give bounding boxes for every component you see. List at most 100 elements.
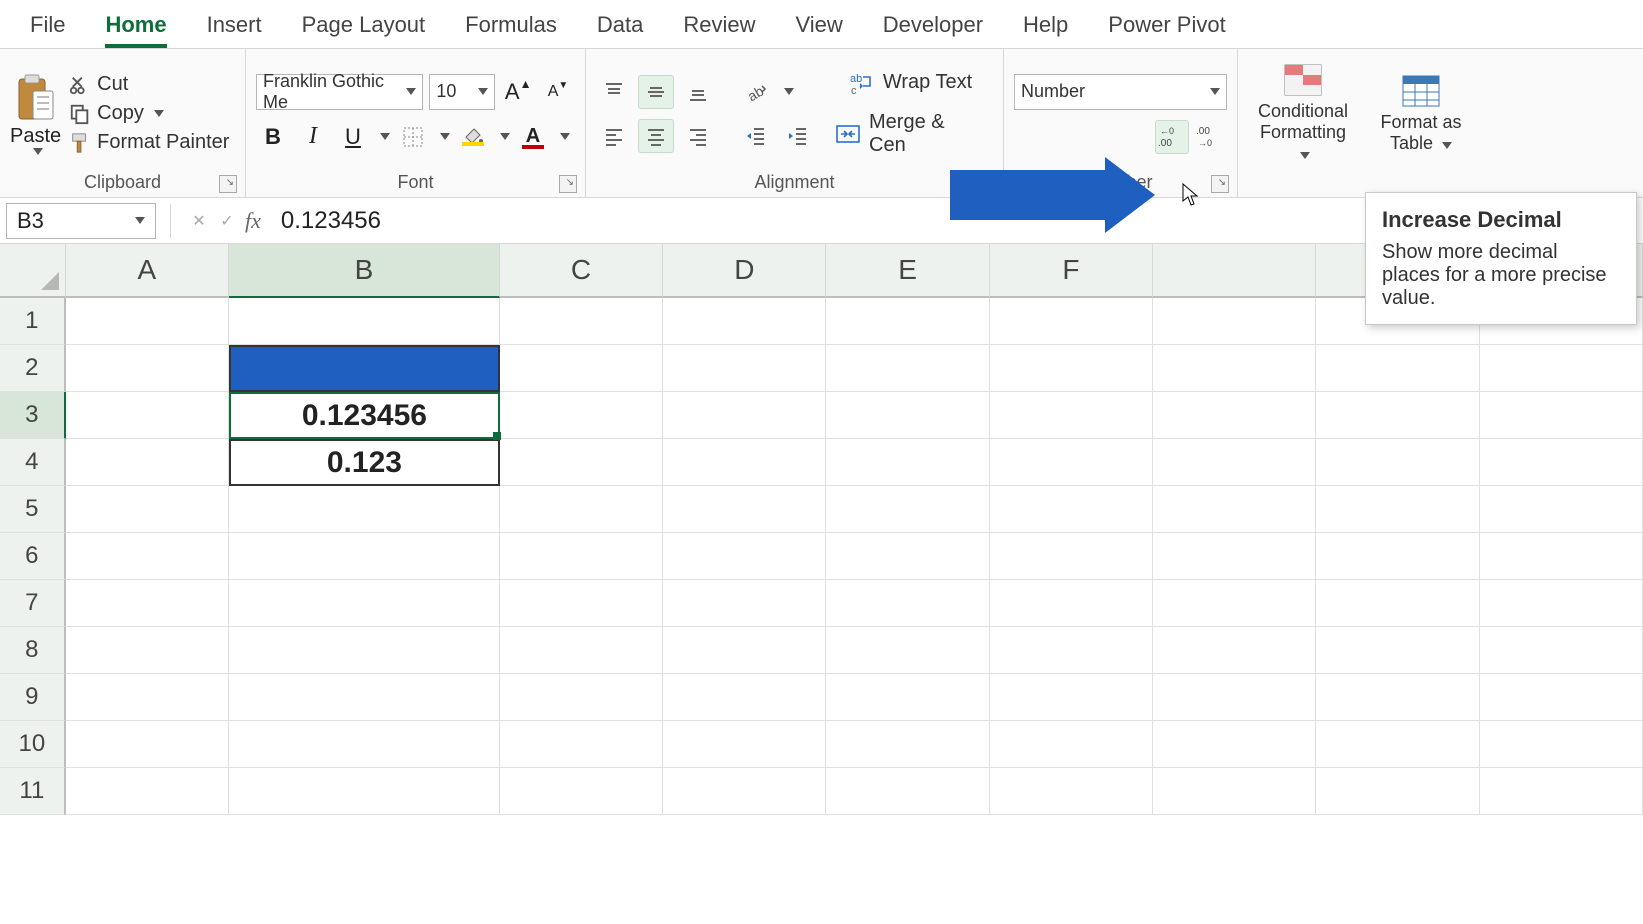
- cell-h2[interactable]: [1316, 345, 1479, 392]
- select-all-corner[interactable]: [0, 244, 66, 298]
- cell-a4[interactable]: [66, 439, 229, 486]
- cell-a9[interactable]: [66, 674, 229, 721]
- cell-h7[interactable]: [1316, 580, 1479, 627]
- row-header-7[interactable]: 7: [0, 580, 66, 627]
- cancel-formula-button[interactable]: ✕: [185, 207, 213, 235]
- cell-h9[interactable]: [1316, 674, 1479, 721]
- cell-c8[interactable]: [500, 627, 663, 674]
- cell-e3[interactable]: [826, 392, 989, 439]
- row-header-6[interactable]: 6: [0, 533, 66, 580]
- format-as-table-button[interactable]: Format asTable: [1366, 70, 1476, 157]
- bold-button[interactable]: B: [256, 120, 290, 154]
- decrease-indent-button[interactable]: [738, 119, 774, 153]
- align-middle-button[interactable]: [638, 75, 674, 109]
- col-header-a[interactable]: A: [66, 244, 229, 298]
- row-header-8[interactable]: 8: [0, 627, 66, 674]
- cell-g11[interactable]: [1153, 768, 1316, 815]
- italic-button[interactable]: I: [296, 120, 330, 154]
- cell-a2[interactable]: [66, 345, 229, 392]
- cell-c10[interactable]: [500, 721, 663, 768]
- cell-h4[interactable]: [1316, 439, 1479, 486]
- cell-f2[interactable]: [990, 345, 1153, 392]
- cell-f11[interactable]: [990, 768, 1153, 815]
- cell-c5[interactable]: [500, 486, 663, 533]
- align-right-button[interactable]: [680, 119, 716, 153]
- cell-g2[interactable]: [1153, 345, 1316, 392]
- cell-f9[interactable]: [990, 674, 1153, 721]
- cell-d5[interactable]: [663, 486, 826, 533]
- cell-c4[interactable]: [500, 439, 663, 486]
- cell-i4[interactable]: [1480, 439, 1643, 486]
- fill-color-dropdown-icon[interactable]: [500, 133, 510, 140]
- cell-a10[interactable]: [66, 721, 229, 768]
- wrap-text-button[interactable]: abc Wrap Text: [828, 68, 993, 98]
- cell-g8[interactable]: [1153, 627, 1316, 674]
- cell-d2[interactable]: [663, 345, 826, 392]
- cell-b6[interactable]: [229, 533, 500, 580]
- tab-home[interactable]: Home: [85, 4, 186, 48]
- format-painter-button[interactable]: Format Painter: [69, 131, 229, 154]
- tab-developer[interactable]: Developer: [863, 4, 1003, 48]
- cell-f3[interactable]: [990, 392, 1153, 439]
- borders-dropdown-icon[interactable]: [440, 133, 450, 140]
- cell-h3[interactable]: [1316, 392, 1479, 439]
- row-header-1[interactable]: 1: [0, 298, 66, 345]
- number-format-combo[interactable]: Number: [1014, 74, 1227, 110]
- font-name-combo[interactable]: Franklin Gothic Me: [256, 74, 423, 110]
- borders-button[interactable]: [396, 120, 430, 154]
- cell-h5[interactable]: [1316, 486, 1479, 533]
- cell-a11[interactable]: [66, 768, 229, 815]
- row-header-10[interactable]: 10: [0, 721, 66, 768]
- cell-a6[interactable]: [66, 533, 229, 580]
- cell-b8[interactable]: [229, 627, 500, 674]
- cell-h11[interactable]: [1316, 768, 1479, 815]
- cell-g10[interactable]: [1153, 721, 1316, 768]
- cut-button[interactable]: Cut: [69, 73, 229, 96]
- font-color-button[interactable]: A: [516, 120, 550, 154]
- cell-e8[interactable]: [826, 627, 989, 674]
- cell-c1[interactable]: [500, 298, 663, 345]
- cell-b5[interactable]: [229, 486, 500, 533]
- cell-d11[interactable]: [663, 768, 826, 815]
- cell-f4[interactable]: [990, 439, 1153, 486]
- cell-e4[interactable]: [826, 439, 989, 486]
- fill-color-button[interactable]: [456, 120, 490, 154]
- cell-d10[interactable]: [663, 721, 826, 768]
- cell-a7[interactable]: [66, 580, 229, 627]
- tab-data[interactable]: Data: [577, 4, 663, 48]
- cell-e9[interactable]: [826, 674, 989, 721]
- cell-i2[interactable]: [1480, 345, 1643, 392]
- col-header-g[interactable]: [1153, 244, 1316, 298]
- cell-g5[interactable]: [1153, 486, 1316, 533]
- fx-icon[interactable]: fx: [245, 208, 261, 234]
- cell-i11[interactable]: [1480, 768, 1643, 815]
- cell-i6[interactable]: [1480, 533, 1643, 580]
- tab-file[interactable]: File: [10, 4, 85, 48]
- cell-e5[interactable]: [826, 486, 989, 533]
- cell-f8[interactable]: [990, 627, 1153, 674]
- cell-g1[interactable]: [1153, 298, 1316, 345]
- cell-e7[interactable]: [826, 580, 989, 627]
- row-header-9[interactable]: 9: [0, 674, 66, 721]
- cell-d7[interactable]: [663, 580, 826, 627]
- cell-i9[interactable]: [1480, 674, 1643, 721]
- cell-b4[interactable]: 0.123: [229, 439, 500, 486]
- decrease-decimal-button[interactable]: .00 →0: [1193, 120, 1227, 154]
- col-header-c[interactable]: C: [500, 244, 663, 298]
- row-header-2[interactable]: 2: [0, 345, 66, 392]
- row-header-3[interactable]: 3: [0, 392, 66, 439]
- row-header-5[interactable]: 5: [0, 486, 66, 533]
- cell-g3[interactable]: [1153, 392, 1316, 439]
- cell-a5[interactable]: [66, 486, 229, 533]
- cell-e2[interactable]: [826, 345, 989, 392]
- cell-i7[interactable]: [1480, 580, 1643, 627]
- cell-i3[interactable]: [1480, 392, 1643, 439]
- cell-b7[interactable]: [229, 580, 500, 627]
- col-header-d[interactable]: D: [663, 244, 826, 298]
- paste-icon[interactable]: [15, 73, 57, 123]
- tab-insert[interactable]: Insert: [187, 4, 282, 48]
- cell-g6[interactable]: [1153, 533, 1316, 580]
- cell-i5[interactable]: [1480, 486, 1643, 533]
- cell-f6[interactable]: [990, 533, 1153, 580]
- cell-e11[interactable]: [826, 768, 989, 815]
